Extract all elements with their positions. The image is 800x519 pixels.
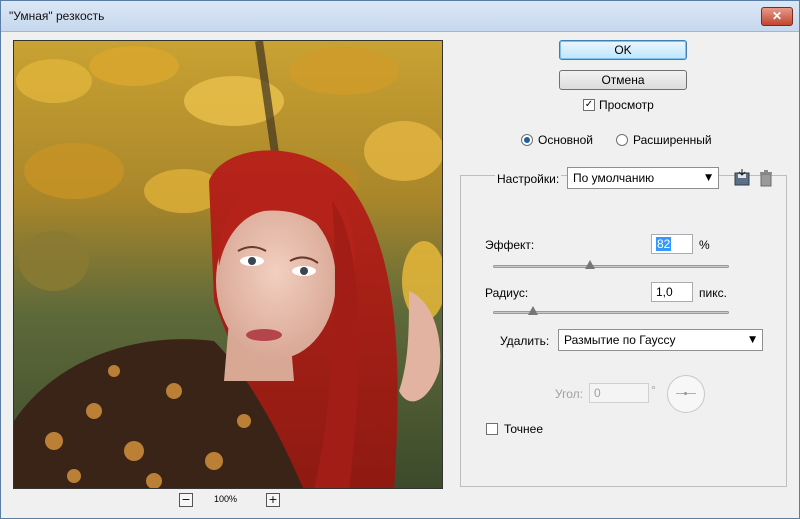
cancel-button[interactable]: Отмена [559,70,687,90]
amount-slider-thumb[interactable] [584,260,595,269]
amount-slider[interactable] [493,260,729,272]
portrait-photo [14,41,442,488]
more-accurate-label: Точнее [504,422,544,436]
trash-icon[interactable] [757,169,775,187]
angle-dial-center [684,392,687,395]
amount-input[interactable]: 82 [651,234,693,254]
amount-label: Эффект: [485,238,535,252]
remove-dropdown[interactable]: Размытие по Гауссу ▼ [558,329,763,351]
settings-label: Настройки: [495,172,562,186]
angle-input[interactable]: 0 [589,383,649,403]
amount-value: 82 [656,237,672,251]
radius-slider-thumb[interactable] [528,306,539,315]
preview-checkbox[interactable]: ✓ [583,99,595,111]
chevron-down-icon: ▼ [749,335,756,345]
basic-mode-radio[interactable] [521,134,533,146]
preview-image[interactable] [13,40,443,489]
angle-label: Угол: [555,387,583,401]
radius-slider[interactable] [493,306,729,318]
title-bar[interactable]: "Умная" резкость ✕ [1,1,799,32]
more-accurate-checkbox[interactable] [486,423,498,435]
radius-label: Радиус: [485,286,529,300]
zoom-bar: − 100% + [179,493,289,507]
close-button[interactable]: ✕ [761,7,793,26]
angle-unit: ° [651,383,656,397]
remove-value: Размытие по Гауссу [564,333,676,347]
zoom-level: 100% [214,494,238,504]
ok-button[interactable]: OK [559,40,687,60]
window-title: "Умная" резкость [9,9,105,23]
amount-slider-track [493,265,729,268]
settings-value: По умолчанию [573,171,655,185]
chevron-down-icon: ▼ [705,173,712,183]
zoom-out-button[interactable]: − [179,493,193,507]
amount-unit: % [699,238,710,252]
zoom-in-button[interactable]: + [266,493,280,507]
radius-value: 1,0 [656,285,673,299]
angle-value: 0 [594,386,601,400]
smart-sharpen-dialog: "Умная" резкость ✕ − 100% + OK Отмена ✓ … [0,0,800,519]
advanced-mode-label: Расширенный [633,133,712,147]
radius-unit: пикс. [699,286,727,300]
remove-label: Удалить: [500,334,550,348]
angle-dial[interactable] [667,375,705,413]
floppy-disk-icon[interactable] [733,169,751,187]
radius-input[interactable]: 1,0 [651,282,693,302]
preview-checkbox-label: Просмотр [599,98,654,112]
advanced-mode-radio[interactable] [616,134,628,146]
settings-dropdown[interactable]: По умолчанию ▼ [567,167,719,189]
basic-mode-label: Основной [538,133,594,147]
